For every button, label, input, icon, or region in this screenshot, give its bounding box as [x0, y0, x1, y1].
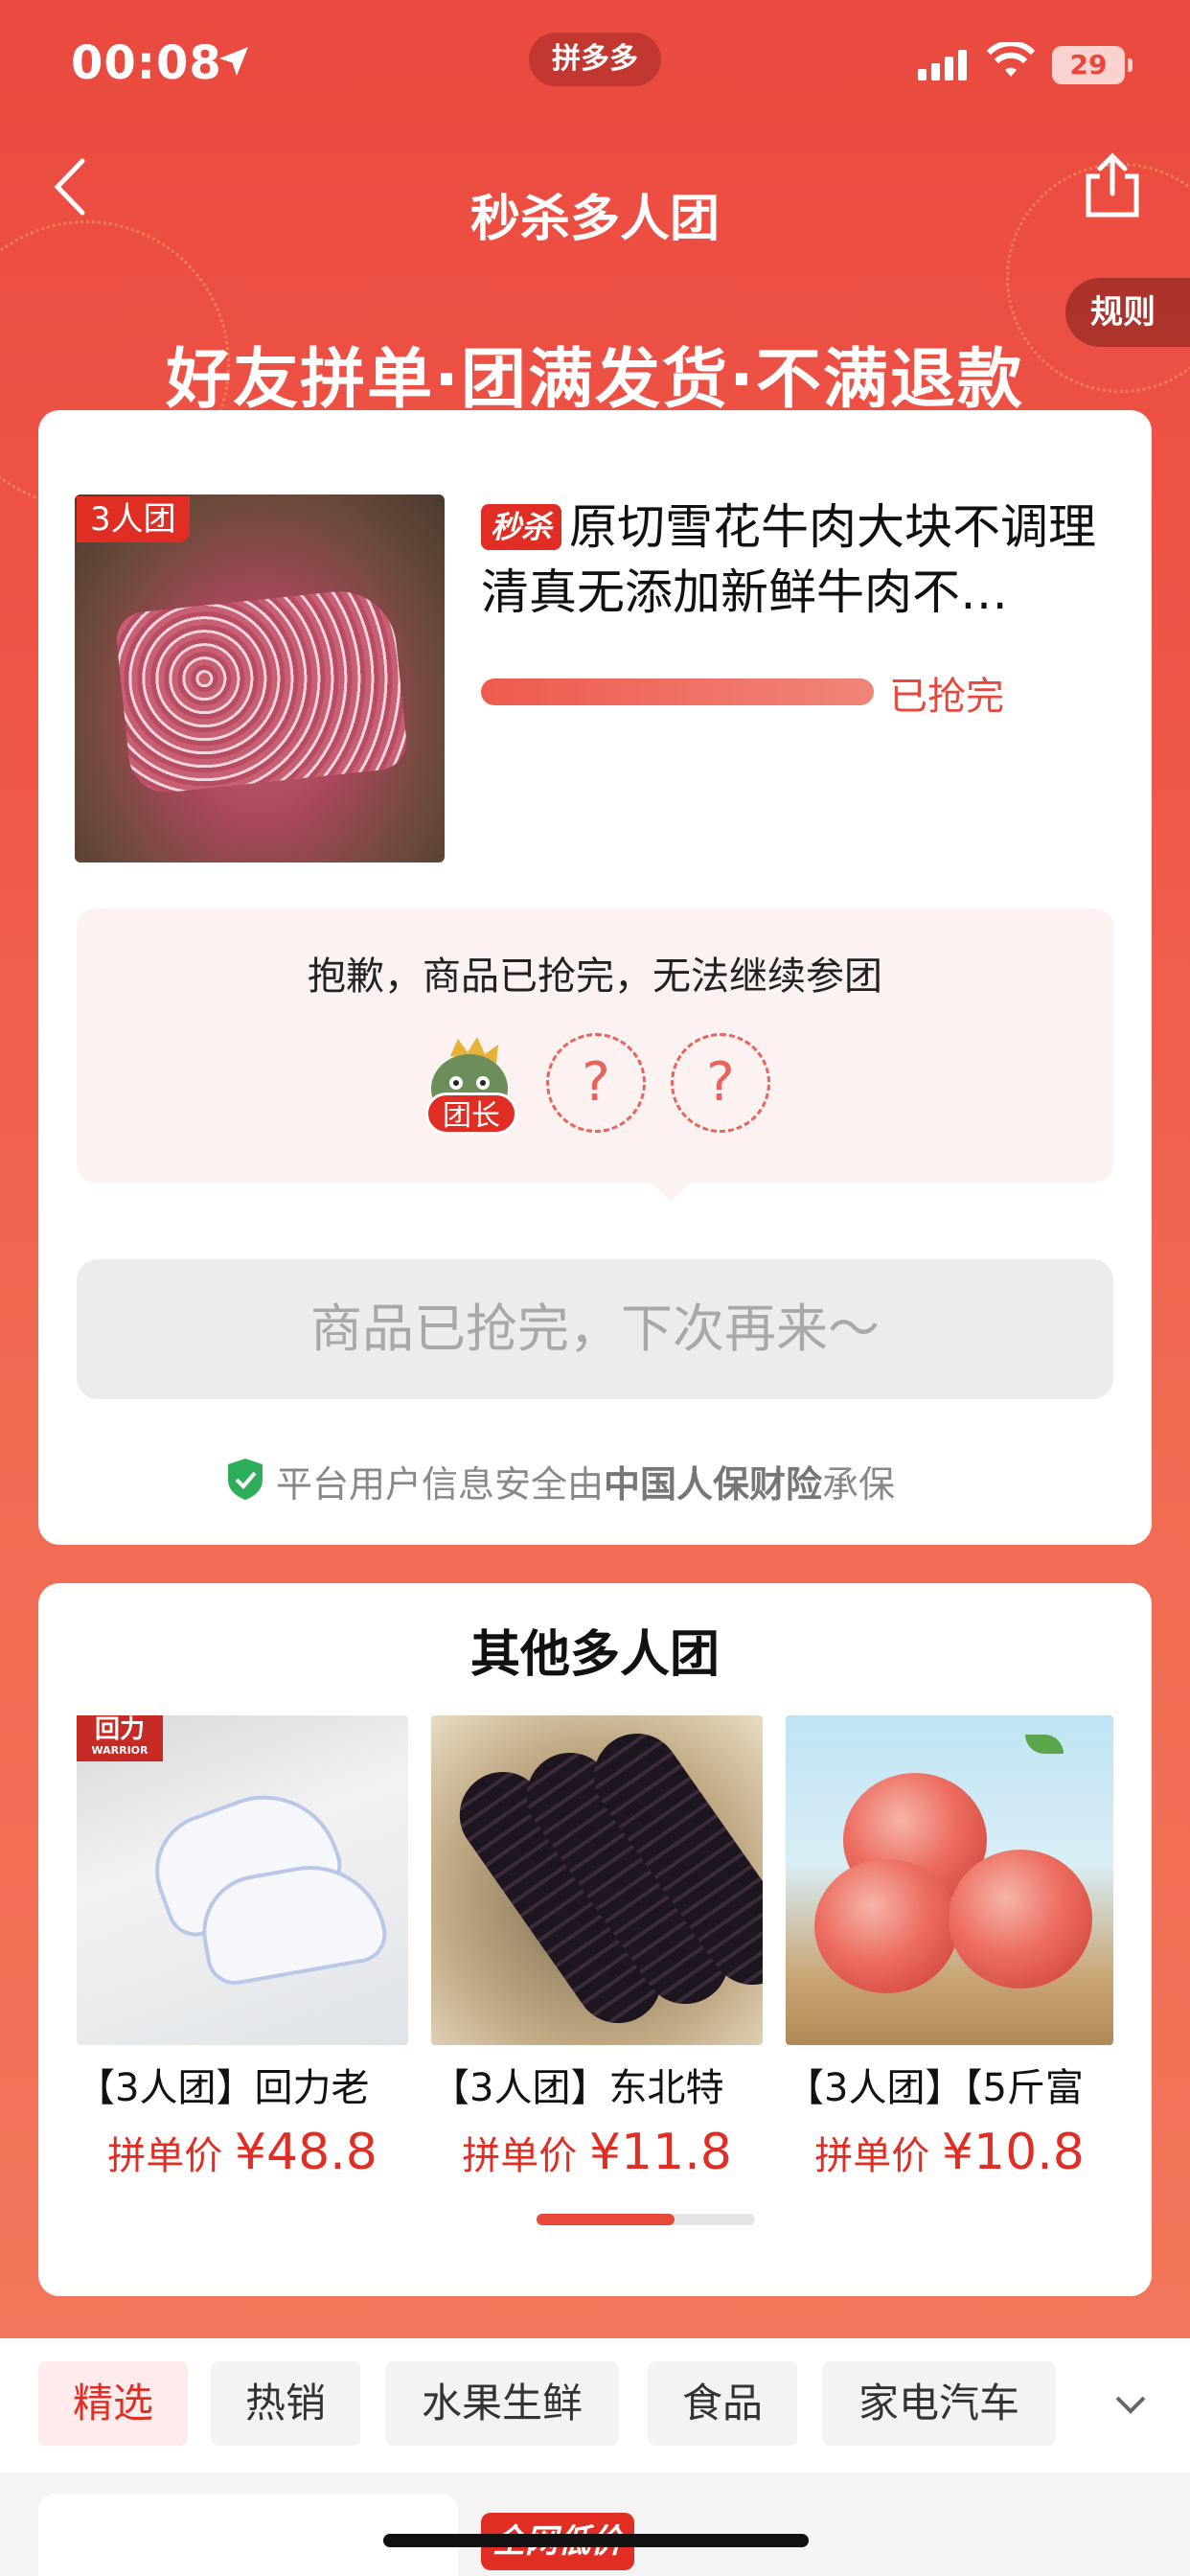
home-indicator	[383, 2534, 809, 2547]
tab-jingxuan[interactable]: 精选	[38, 2361, 188, 2446]
tab-appliance[interactable]: 家电汽车	[822, 2361, 1056, 2446]
item-image-sneakers[interactable]	[77, 1715, 408, 2045]
slogan-banner: 好友拼单·团满发货·不满退款	[166, 342, 1024, 418]
empty-member-slot: ?	[546, 1033, 646, 1133]
insurance-suffix: 承保	[822, 1463, 896, 1506]
insurance-prefix: 平台用户信息安全由	[276, 1463, 605, 1506]
flash-sale-badge: 秒杀	[481, 504, 562, 550]
product-image[interactable]	[75, 494, 445, 862]
beef-graphic	[113, 586, 410, 796]
leader-tag: 团长	[425, 1092, 517, 1135]
tab-food[interactable]: 食品	[648, 2361, 797, 2446]
group-size-tag: 3人团	[77, 496, 190, 542]
item-name[interactable]: 【3人团】【5斤富	[786, 2057, 1113, 2112]
item-name[interactable]: 【3人团】回力老	[77, 2057, 408, 2112]
item-name[interactable]: 【3人团】东北特	[431, 2057, 763, 2112]
item-price: 拼单价 ¥11.8	[431, 2124, 763, 2181]
item-price: 拼单价 ¥10.8	[786, 2124, 1113, 2181]
share-icon[interactable]	[1081, 151, 1144, 220]
brand-logo: 回力 WARRIOR	[77, 1715, 163, 1761]
sold-out-status: 已抢完	[889, 675, 1004, 719]
price-value: ¥48.8	[234, 2124, 378, 2181]
apple-graphic	[949, 1850, 1092, 1989]
chevron-down-icon[interactable]	[1111, 2384, 1150, 2423]
tab-fresh[interactable]: 水果生鲜	[385, 2361, 619, 2446]
product-title-text: 原切雪花牛肉大块不调理清真无添加新鲜牛肉不…	[481, 499, 1097, 620]
price-label: 拼单价	[107, 2134, 223, 2178]
sold-out-message: 抱歉，商品已抢完，无法继续参团	[308, 954, 882, 999]
price-value: ¥10.8	[941, 2124, 1085, 2181]
status-bar: 00:08 拼多多 29	[0, 0, 1190, 125]
tab-rexiao[interactable]: 热销	[211, 2361, 360, 2446]
leaf-graphic	[1025, 1735, 1064, 1754]
sold-out-button[interactable]: 商品已抢完，下次再来～	[77, 1259, 1113, 1399]
product-title[interactable]: 秒杀 原切雪花牛肉大块不调理清真无添加新鲜牛肉不…	[481, 494, 1113, 625]
battery-indicator: 29	[1052, 46, 1133, 84]
brand-name: 回力	[94, 1715, 145, 1744]
empty-member-slot: ?	[671, 1033, 770, 1133]
status-time: 00:08	[71, 36, 222, 90]
app-label: 拼多多	[529, 33, 661, 86]
other-groups-title: 其他多人团	[469, 1626, 720, 1684]
item-image-corn[interactable]	[431, 1715, 763, 2045]
brand-sub: WARRIOR	[91, 1744, 149, 1757]
location-arrow-icon	[219, 47, 248, 76]
apple-graphic	[814, 1859, 958, 1993]
insurance-note: 平台用户信息安全由中国人保财险承保	[276, 1455, 895, 1507]
item-image-apples[interactable]	[786, 1715, 1113, 2045]
sold-progress-bar	[481, 678, 874, 705]
cellular-signal-icon	[918, 50, 967, 80]
page-title: 秒杀多人团	[469, 191, 720, 248]
wifi-icon	[987, 42, 1035, 77]
price-label: 拼单价	[462, 2134, 578, 2178]
shield-check-icon	[228, 1459, 263, 1500]
insurer-name: 中国人保财险	[604, 1463, 823, 1506]
price-label: 拼单价	[814, 2134, 930, 2178]
carousel-scroll-thumb	[537, 2214, 675, 2225]
price-value: ¥11.8	[588, 2124, 732, 2181]
item-price: 拼单价 ¥48.8	[77, 2124, 408, 2181]
